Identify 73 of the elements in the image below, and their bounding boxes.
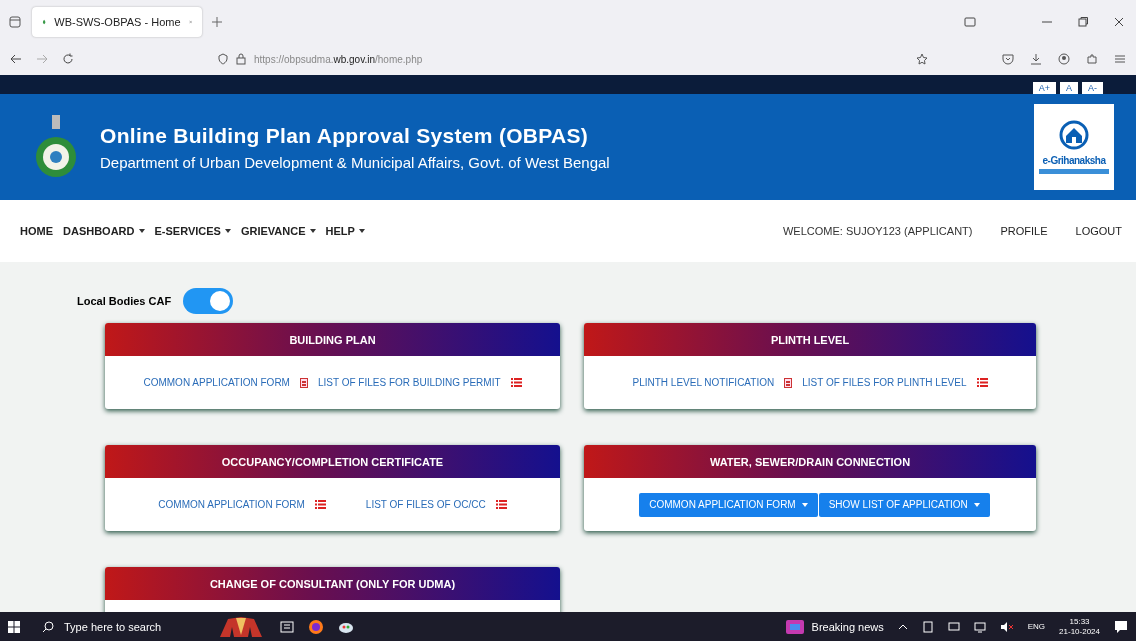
url-text[interactable]: https://obpsudma.wb.gov.in/home.php bbox=[254, 53, 423, 65]
card-title: WATER, SEWER/DRAIN CONNECTION bbox=[584, 445, 1036, 478]
document-icon bbox=[784, 377, 793, 388]
browser-tab[interactable]: WB-SWS-OBPAS - Home bbox=[32, 6, 202, 37]
clock-date: 21-10-2024 bbox=[1059, 626, 1100, 637]
site-subtitle: Department of Urban Development & Municipal Affairs, Govt. of West Bengal bbox=[100, 153, 611, 171]
dropdown-button[interactable]: SHOW LIST OF APPLICATION bbox=[818, 492, 990, 517]
card-title: BUILDING PLAN bbox=[105, 323, 560, 356]
task-view-icon[interactable] bbox=[280, 619, 294, 634]
welcome-text: WELCOME: SUJOY123 (APPLICANT) bbox=[782, 225, 973, 237]
logo-text: e-Grihanaksha bbox=[1042, 155, 1106, 166]
clock-time: 15:33 bbox=[1069, 616, 1090, 627]
card-title: OCCUPANCY/COMPLETION CERTIFICATE bbox=[105, 445, 560, 478]
font-size-button[interactable]: A bbox=[1060, 82, 1078, 94]
toggle-label: Local Bodies CAF bbox=[77, 295, 172, 307]
news-widget[interactable]: Breaking news bbox=[785, 619, 884, 634]
windows-icon[interactable] bbox=[8, 620, 20, 633]
logo-strip bbox=[1039, 169, 1109, 174]
nav-link[interactable]: E-SERVICES bbox=[154, 225, 231, 237]
news-text: Breaking news bbox=[811, 620, 884, 633]
plus-icon[interactable] bbox=[212, 16, 222, 27]
browser-icon[interactable] bbox=[308, 618, 324, 635]
download-icon[interactable] bbox=[1030, 53, 1042, 65]
restore-icon[interactable] bbox=[1078, 16, 1088, 27]
card-title: PLINTH LEVEL bbox=[584, 323, 1036, 356]
card-link[interactable]: LIST OF FILES FOR BUILDING PERMIT bbox=[317, 377, 522, 388]
speaker-muted-icon[interactable] bbox=[999, 620, 1014, 633]
language-indicator[interactable]: ENG bbox=[1027, 622, 1046, 631]
back-icon[interactable] bbox=[10, 54, 22, 64]
search-icon bbox=[42, 620, 54, 633]
document-icon bbox=[299, 377, 308, 388]
caret-icon bbox=[801, 502, 808, 507]
close-icon[interactable] bbox=[1114, 16, 1124, 27]
dropdown-button[interactable]: COMMON APPLICATION FORM bbox=[639, 492, 818, 517]
lock-icon bbox=[236, 53, 246, 65]
card-link[interactable]: COMMON APPLICATION FORM bbox=[143, 377, 308, 388]
list-icon bbox=[976, 378, 988, 387]
card-link[interactable]: LIST OF FILES FOR PLINTH LEVEL bbox=[802, 377, 988, 388]
house-icon bbox=[1059, 120, 1089, 152]
account-icon[interactable] bbox=[1058, 53, 1070, 65]
list-icon bbox=[495, 500, 507, 509]
nav-link[interactable]: DASHBOARD bbox=[63, 225, 145, 237]
font-size-button[interactable]: A+ bbox=[1032, 82, 1056, 94]
clock[interactable]: 15:33 21-10-2024 bbox=[1059, 616, 1100, 637]
star-icon[interactable] bbox=[916, 53, 928, 65]
monitor-icon[interactable] bbox=[973, 620, 986, 633]
site-title: Online Building Plan Approval System (OBPAS) bbox=[100, 123, 590, 148]
pocket-icon[interactable] bbox=[1002, 53, 1014, 65]
notification-icon[interactable] bbox=[1114, 619, 1128, 634]
nav-link[interactable]: PROFILE bbox=[1000, 225, 1048, 237]
card-title: CHANGE OF CONSULTANT (ONLY FOR UDMA) bbox=[105, 567, 560, 600]
nav-link[interactable]: HELP bbox=[325, 225, 365, 237]
news-icon bbox=[785, 619, 804, 634]
chevron-icon[interactable] bbox=[897, 623, 908, 630]
card-link[interactable]: LIST OF FILES OF OC/CC bbox=[365, 499, 507, 510]
window-icon[interactable] bbox=[964, 16, 976, 27]
extensions-icon[interactable] bbox=[1086, 53, 1098, 65]
search-placeholder: Type here to search bbox=[64, 620, 162, 633]
list-icon bbox=[314, 500, 326, 509]
tab-list-icon[interactable] bbox=[8, 14, 22, 29]
search-field[interactable]: Type here to search bbox=[34, 620, 202, 633]
display-icon[interactable] bbox=[947, 620, 960, 633]
nav-link[interactable]: HOME bbox=[20, 225, 53, 237]
card-link[interactable]: COMMON APPLICATION FORM bbox=[158, 499, 326, 510]
card-link[interactable]: PLINTH LEVEL NOTIFICATION bbox=[632, 377, 793, 388]
nav-link[interactable]: LOGOUT bbox=[1075, 225, 1122, 237]
nav-link[interactable]: GRIEVANCE bbox=[240, 225, 316, 237]
toggle-switch[interactable] bbox=[183, 288, 234, 314]
reload-icon[interactable] bbox=[62, 53, 74, 65]
caret-icon bbox=[973, 502, 980, 507]
shield-icon bbox=[218, 53, 228, 65]
font-size-button[interactable]: A- bbox=[1082, 82, 1103, 94]
list-icon bbox=[510, 378, 522, 387]
